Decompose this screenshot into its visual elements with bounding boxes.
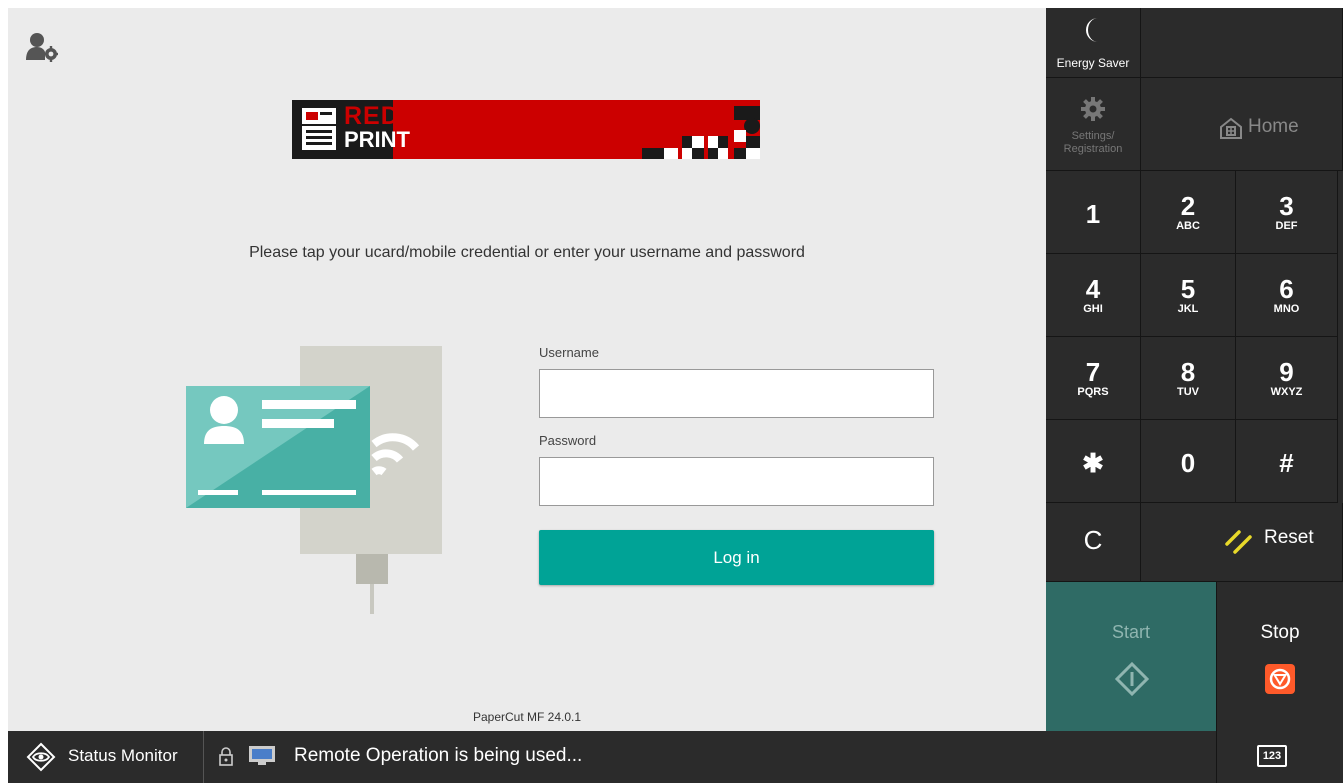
reset-label: Reset [1264, 527, 1314, 548]
status-monitor-icon [26, 742, 56, 772]
key-1[interactable]: 1 [1046, 171, 1141, 254]
key-6[interactable]: 6 MNO [1236, 254, 1338, 337]
key-digit: # [1279, 448, 1294, 478]
key-letters: JKL [1177, 303, 1199, 315]
key-digit: 0 [1180, 448, 1196, 478]
stop-label: Stop [1260, 622, 1300, 643]
blank-panel-slot [1141, 8, 1343, 78]
settings-label-line1: Settings/ [1071, 130, 1115, 142]
key-digit: 1 [1085, 199, 1101, 229]
start-label: Start [1111, 622, 1150, 642]
start-button[interactable]: Start [1046, 582, 1217, 731]
clear-label: C [1083, 525, 1103, 555]
home-icon [1220, 117, 1242, 139]
key-asterisk[interactable]: ✱ [1046, 420, 1141, 503]
home-label: Home [1248, 116, 1299, 137]
reset-button[interactable]: Reset [1141, 503, 1343, 582]
remote-monitor-icon [249, 746, 275, 765]
key-letters: PQRS [1077, 386, 1109, 398]
stop-icon [1265, 664, 1295, 694]
key-3[interactable]: 3 DEF [1236, 171, 1338, 254]
remote-operation-message: Remote Operation is being used... [294, 745, 583, 766]
key-7[interactable]: 7 PQRS [1046, 337, 1141, 420]
key-hash[interactable]: # [1236, 420, 1338, 503]
banner-pattern [642, 106, 760, 159]
numeric-keyboard-icon: 123 [1257, 745, 1287, 767]
energy-saver-button[interactable]: Energy Saver [1046, 8, 1141, 78]
settings-registration-button[interactable]: Settings/ Registration [1046, 78, 1141, 171]
key-0[interactable]: 0 [1141, 420, 1236, 503]
key-digit: 7 [1085, 357, 1101, 387]
status-monitor-label: Status Monitor [68, 746, 178, 765]
status-bar: Status Monitor Remote Operation is being… [8, 731, 1046, 783]
user-settings-icon[interactable] [26, 30, 58, 62]
remote-operation-status: Remote Operation is being used... [204, 731, 1046, 783]
key-digit: 6 [1279, 274, 1294, 304]
username-label: Username [539, 345, 599, 360]
key-letters: GHI [1083, 303, 1103, 315]
bottom-right-bar: 123 [1046, 731, 1343, 783]
key-2[interactable]: 2 ABC [1141, 171, 1236, 254]
key-digit: 4 [1085, 274, 1101, 304]
energy-saver-label: Energy Saver [1056, 56, 1130, 70]
clear-button[interactable]: C [1046, 503, 1141, 582]
password-label: Password [539, 433, 597, 448]
key-8[interactable]: 8 TUV [1141, 337, 1236, 420]
login-instruction: Please tap your ucard/mobile credential … [249, 244, 805, 261]
key-5[interactable]: 5 JKL [1141, 254, 1236, 337]
key-letters: WXYZ [1270, 386, 1303, 398]
key-digit: 2 [1180, 191, 1196, 221]
reset-icon [1225, 530, 1252, 554]
stop-button[interactable]: Stop [1217, 582, 1343, 731]
version-label: PaperCut MF 24.0.1 [472, 710, 582, 724]
key-letters: TUV [1177, 386, 1199, 398]
key-9[interactable]: 9 WXYZ [1236, 337, 1338, 420]
key-digit: 8 [1180, 357, 1196, 387]
moon-icon [1086, 18, 1098, 42]
key-4[interactable]: 4 GHI [1046, 254, 1141, 337]
control-panel: Energy Saver Settings/ Registration Home [1046, 8, 1343, 731]
numeric-keyboard-button[interactable]: 123 [1216, 731, 1343, 783]
key-digit: 5 [1180, 274, 1196, 304]
gear-icon [1081, 97, 1105, 121]
key-digit: ✱ [1082, 448, 1104, 478]
start-icon [1115, 662, 1149, 696]
home-button[interactable]: Home [1141, 78, 1343, 171]
logo-word-red: RED [344, 102, 400, 130]
redprint-banner: RED PRINT [292, 100, 760, 159]
logo-word-print: PRINT [344, 127, 410, 152]
card-reader-illustration [186, 346, 442, 614]
lock-icon [219, 747, 233, 766]
login-button[interactable]: Log in [539, 530, 934, 585]
key-letters: MNO [1273, 303, 1300, 315]
login-screen: RED PRINT Please tap your ucard/mobile c… [8, 8, 1046, 731]
settings-label-line2: Registration [1063, 143, 1123, 155]
key-letters: DEF [1275, 220, 1298, 232]
redprint-logo: RED PRINT [292, 100, 410, 159]
key-digit: 3 [1279, 191, 1294, 221]
status-monitor-button[interactable]: Status Monitor [8, 731, 204, 783]
printer-logo-icon [302, 108, 336, 150]
key-letters: ABC [1176, 220, 1200, 232]
username-input[interactable] [539, 369, 934, 418]
password-input[interactable] [539, 457, 934, 506]
key-digit: 9 [1279, 357, 1294, 387]
